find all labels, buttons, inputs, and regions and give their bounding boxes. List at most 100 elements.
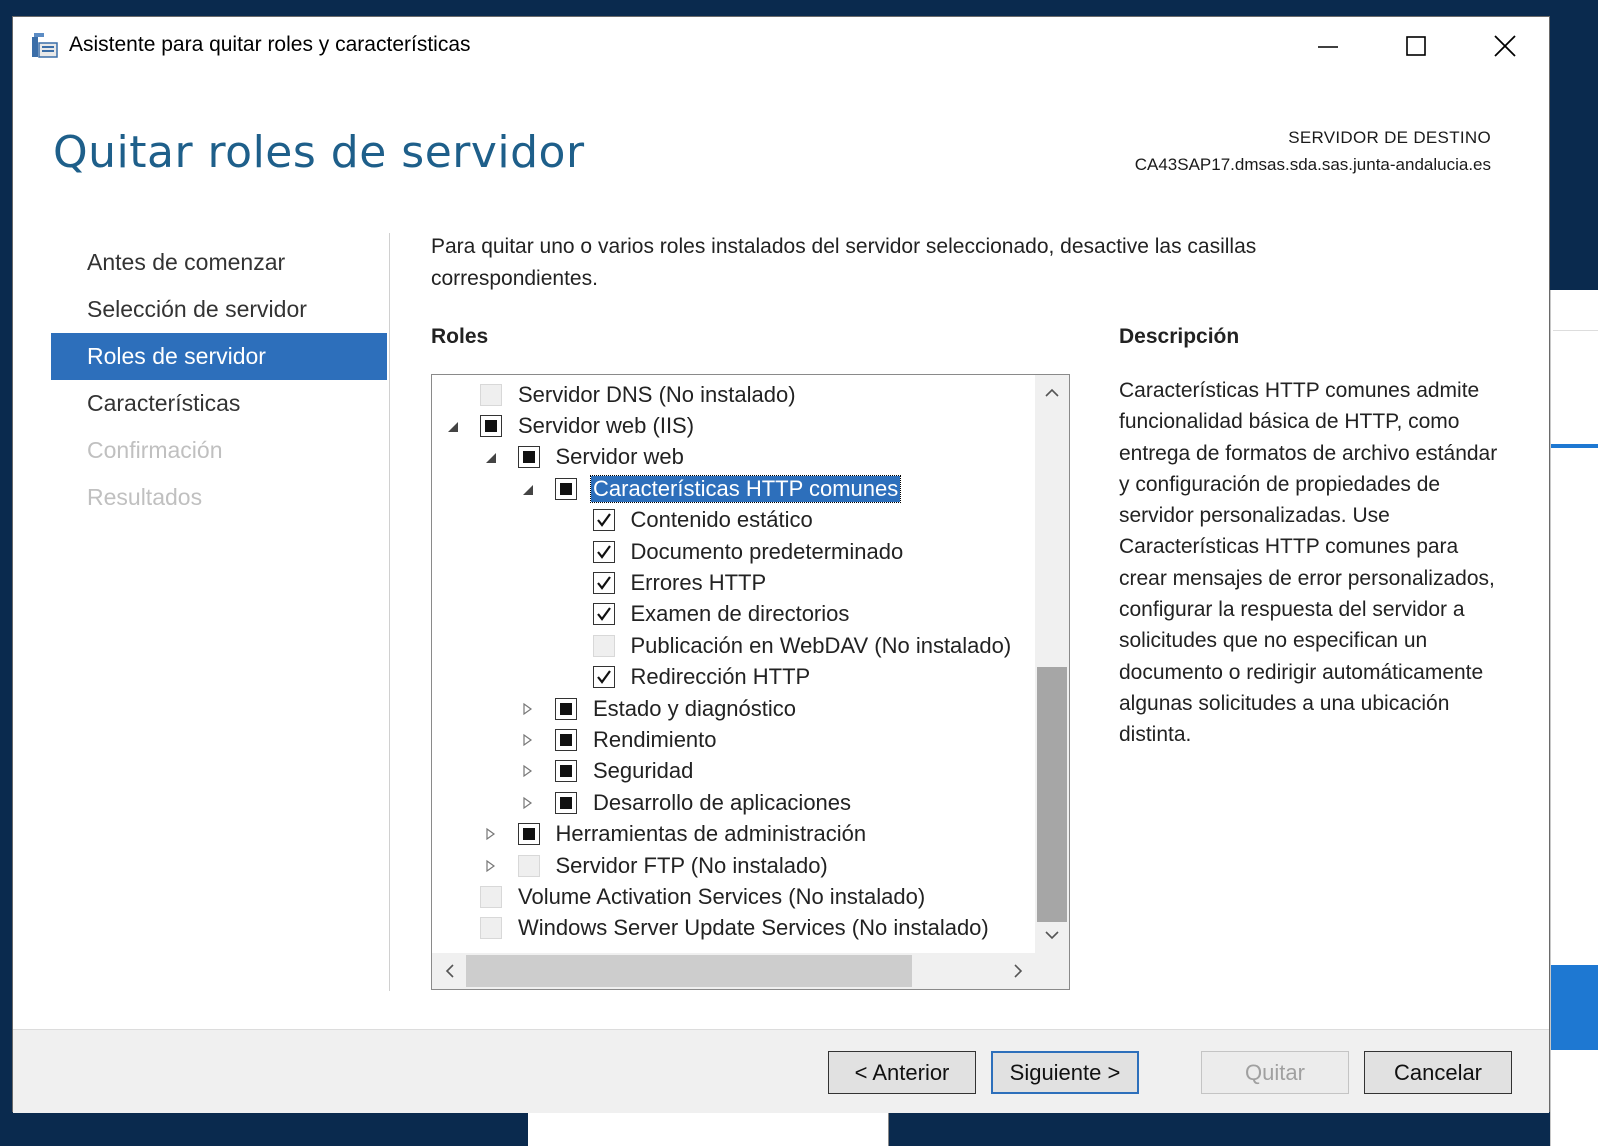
tree-item[interactable]: Herramientas de administración	[482, 819, 867, 850]
role-checkbox[interactable]	[517, 446, 540, 469]
role-checkbox	[480, 383, 502, 406]
tree-item-label: Servidor web (IIS)	[518, 412, 695, 438]
description-heading: Descripción	[1119, 325, 1240, 348]
tree-item-label: Seguridad	[593, 758, 694, 784]
tree-item-label: Servidor web	[555, 444, 684, 470]
collapsed-arrow-icon[interactable]	[519, 763, 535, 779]
background-window	[1550, 290, 1598, 1146]
expanded-arrow-icon[interactable]	[444, 418, 460, 434]
nav-divider	[389, 233, 390, 991]
role-checkbox[interactable]	[592, 603, 615, 626]
destination-server-label: SERVIDOR DE DESTINO	[1288, 128, 1491, 147]
scrollbar-corner	[1035, 953, 1069, 989]
tree-item[interactable]: Seguridad	[519, 756, 693, 787]
tree-item-label: Publicación en WebDAV (No instalado)	[630, 632, 1012, 658]
tree-item[interactable]: Servidor DNS (No instalado)	[444, 379, 796, 410]
tree-item-label: Errores HTTP	[630, 569, 767, 595]
wizard-dialog: Asistente para quitar roles y caracterís…	[12, 16, 1550, 1113]
tree-item-label: Características HTTP comunes	[589, 474, 902, 503]
background-window-bottom	[528, 1112, 889, 1146]
tree-item[interactable]: Windows Server Update Services (No insta…	[444, 913, 989, 944]
background-window-banner	[1551, 965, 1598, 1050]
role-checkbox	[592, 634, 615, 657]
tree-item[interactable]: Documento predeterminado	[557, 536, 903, 567]
tree-item-label: Examen de directorios	[630, 601, 850, 627]
remove-button: Quitar	[1201, 1051, 1349, 1094]
tree-item[interactable]: Redirección HTTP	[557, 662, 810, 693]
tree-item[interactable]: Publicación en WebDAV (No instalado)	[557, 630, 1012, 661]
role-checkbox[interactable]	[592, 509, 615, 532]
cancel-button[interactable]: Cancelar	[1364, 1051, 1512, 1094]
collapsed-arrow-icon[interactable]	[482, 826, 498, 842]
horizontal-scroll-thumb[interactable]	[466, 955, 912, 987]
role-checkbox[interactable]	[555, 477, 577, 500]
chevron-right-icon	[1014, 964, 1023, 978]
tree-item[interactable]: Estado y diagnóstico	[519, 693, 796, 724]
checkmark-icon	[596, 607, 611, 622]
tree-item-label: Estado y diagnóstico	[593, 695, 797, 721]
tree-item[interactable]: Servidor web (IIS)	[444, 410, 694, 441]
tree-item-label: Volume Activation Services (No instalado…	[518, 883, 926, 909]
tree-item[interactable]: Errores HTTP	[557, 567, 767, 598]
scroll-right-button[interactable]	[1006, 959, 1030, 983]
expanded-arrow-icon[interactable]	[482, 449, 498, 465]
tree-item[interactable]: Contenido estático	[557, 505, 813, 536]
scroll-down-button[interactable]	[1035, 923, 1069, 947]
nav-item-before-you-begin[interactable]: Antes de comenzar	[51, 239, 387, 286]
collapsed-arrow-icon[interactable]	[519, 701, 535, 717]
role-checkbox[interactable]	[555, 760, 577, 783]
nav-item-features[interactable]: Características	[51, 380, 387, 427]
close-button[interactable]	[1470, 23, 1540, 69]
chevron-left-icon	[445, 964, 454, 978]
scroll-left-button[interactable]	[438, 959, 462, 983]
role-checkbox[interactable]	[592, 540, 615, 563]
role-checkbox[interactable]	[592, 666, 615, 689]
previous-button[interactable]: < Anterior	[828, 1051, 976, 1094]
tree-item[interactable]: Servidor FTP (No instalado)	[482, 850, 828, 881]
collapsed-arrow-icon[interactable]	[482, 858, 498, 874]
tree-item[interactable]: Examen de directorios	[557, 599, 850, 630]
horizontal-scrollbar[interactable]	[432, 953, 1036, 989]
role-checkbox[interactable]	[555, 728, 577, 751]
minimize-button[interactable]	[1293, 23, 1363, 69]
collapsed-arrow-icon[interactable]	[519, 795, 535, 811]
chevron-up-icon	[1045, 388, 1059, 397]
nav-item-server-roles[interactable]: Roles de servidor	[51, 333, 387, 380]
expanded-arrow-icon[interactable]	[519, 481, 535, 497]
tree-item-label: Servidor DNS (No instalado)	[518, 381, 796, 407]
role-checkbox[interactable]	[555, 697, 577, 720]
vertical-scroll-thumb[interactable]	[1037, 667, 1067, 922]
tree-item[interactable]: Rendimiento	[519, 724, 717, 755]
window-title: Asistente para quitar roles y caracterís…	[69, 33, 471, 56]
role-checkbox	[480, 917, 502, 940]
tree-item[interactable]: Características HTTP comunes	[519, 473, 902, 504]
collapsed-arrow-icon[interactable]	[519, 732, 535, 748]
tree-item[interactable]: Servidor web	[482, 442, 684, 473]
tree-item[interactable]: Desarrollo de aplicaciones	[519, 787, 851, 818]
vertical-scrollbar[interactable]	[1035, 375, 1069, 953]
tree-item[interactable]: Volume Activation Services (No instalado…	[444, 881, 925, 912]
title-bar[interactable]: Asistente para quitar roles y caracterís…	[13, 17, 1549, 77]
role-checkbox[interactable]	[555, 791, 577, 814]
role-checkbox[interactable]	[517, 823, 540, 846]
background-window-accent	[1551, 444, 1598, 448]
scroll-up-button[interactable]	[1035, 381, 1069, 405]
nav-item-server-selection[interactable]: Selección de servidor	[51, 286, 387, 333]
nav-item-results: Resultados	[87, 484, 203, 510]
checkmark-icon	[596, 513, 611, 527]
roles-tree[interactable]: Servidor DNS (No instalado) Servidor web …	[431, 374, 1070, 990]
checkmark-icon	[596, 576, 611, 590]
background-window-strip	[1553, 330, 1598, 443]
server-manager-icon	[29, 31, 59, 61]
checkmark-icon	[596, 670, 611, 684]
tree-item-label: Herramientas de administración	[555, 821, 867, 847]
roles-heading: Roles	[431, 325, 489, 348]
wizard-footer: < Anterior Siguiente > Quitar Cancelar	[13, 1029, 1549, 1113]
role-checkbox	[480, 885, 502, 908]
role-checkbox[interactable]	[480, 414, 502, 437]
maximize-button[interactable]	[1381, 23, 1451, 69]
role-checkbox[interactable]	[592, 571, 615, 594]
page-title: Quitar roles de servidor	[53, 127, 585, 178]
next-button[interactable]: Siguiente >	[991, 1051, 1139, 1094]
tree-item-label: Windows Server Update Services (No insta…	[518, 915, 989, 941]
